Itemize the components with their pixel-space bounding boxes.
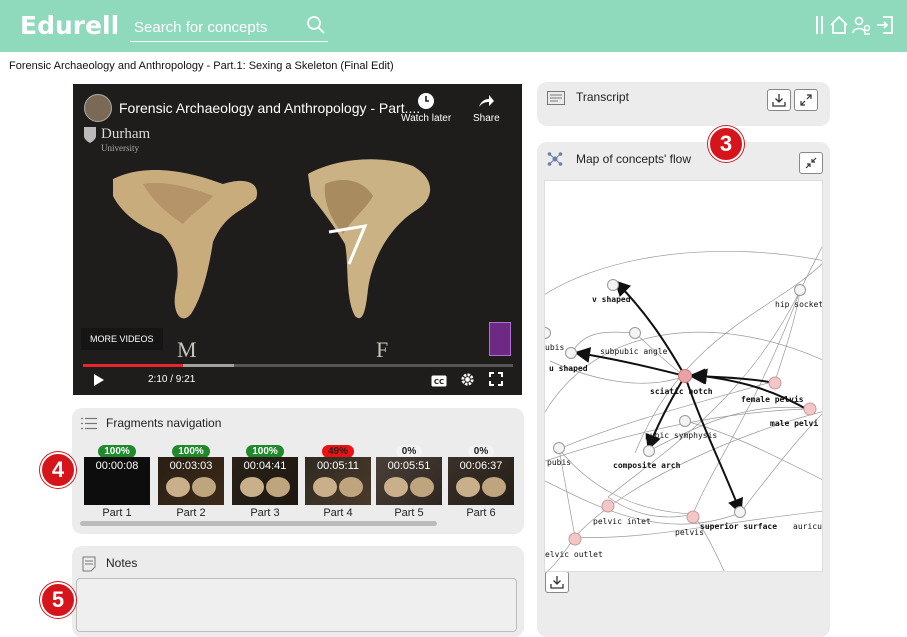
bone-label-left: M (177, 337, 197, 362)
share-label: Share (473, 113, 500, 124)
bone-label-right: F (376, 337, 389, 362)
app-logo[interactable]: Edurell (20, 11, 119, 40)
transcript-panel: Transcript (537, 82, 830, 126)
logout-icon[interactable] (875, 14, 895, 41)
fragment-part-label: Part 2 (176, 507, 206, 519)
concept-node[interactable]: hip socket (775, 300, 822, 309)
concept-map-download-button[interactable] (545, 571, 569, 593)
network-icon (547, 151, 563, 172)
concept-node[interactable]: pubis (547, 458, 571, 467)
settings-icon[interactable] (460, 372, 475, 392)
concept-node[interactable]: elvic outlet (545, 550, 603, 559)
notes-textarea[interactable] (76, 578, 517, 632)
fragment-part-label: Part 5 (394, 507, 424, 519)
fragment-part-label: Part 6 (466, 507, 496, 519)
more-videos-button[interactable]: MORE VIDEOS (81, 328, 163, 350)
callout-badge: 3 (708, 126, 744, 162)
fragment-thumbnail[interactable]: 00:05:51 (376, 457, 442, 505)
progress-fill (83, 364, 183, 367)
collapse-icon (805, 157, 817, 169)
expand-icon (800, 94, 812, 106)
buffer-bar (183, 364, 234, 367)
transcript-download-button[interactable] (767, 89, 791, 111)
separator-bars-icon (814, 14, 826, 41)
concept-map-edges (545, 246, 822, 571)
transcript-expand-button[interactable] (794, 89, 818, 111)
users-icon[interactable] (852, 14, 872, 41)
captions-icon[interactable]: CC (431, 374, 447, 392)
university-name: Durham (101, 126, 151, 142)
concept-node[interactable]: sciatic notch (650, 387, 713, 396)
watch-later-button[interactable]: Watch later (401, 92, 451, 124)
callout-badge: 5 (40, 582, 76, 618)
fullscreen-icon[interactable] (489, 372, 503, 391)
video-progress-bar[interactable] (83, 364, 513, 367)
crest-icon (84, 127, 96, 143)
search-input[interactable]: Search for concepts (134, 19, 267, 36)
fragments-scrollbar[interactable] (80, 521, 437, 526)
download-icon (550, 576, 564, 589)
concept-node[interactable]: pubic symphysis (645, 431, 717, 440)
clock-icon (418, 93, 435, 109)
home-icon[interactable] (829, 14, 849, 41)
fragment-thumbnail[interactable]: 00:04:41 (232, 457, 298, 505)
university-logo: Durham University (83, 126, 150, 153)
concept-node[interactable]: ubis (545, 343, 564, 352)
download-icon (772, 94, 786, 107)
video-time: 2:10 / 9:21 (148, 374, 196, 385)
notes-label: Notes (106, 556, 138, 570)
callout-badge: 4 (40, 452, 76, 488)
fragment-timestamp: 00:04:41 (243, 460, 287, 472)
book-cover-image (489, 322, 511, 356)
fragment-part-label: Part 1 (102, 507, 132, 519)
fragment-timestamp: 00:06:37 (459, 460, 503, 472)
video-player[interactable]: Forensic Archaeology and Anthropology - … (73, 84, 522, 395)
fragment-part-label: Part 4 (323, 507, 353, 519)
fragment-timestamp: 00:05:51 (387, 460, 431, 472)
channel-avatar[interactable] (84, 94, 112, 122)
transcript-label: Transcript (576, 90, 629, 104)
share-button[interactable]: Share (473, 92, 500, 124)
page-title: Forensic Archaeology and Anthropology - … (9, 60, 394, 72)
fragment-timestamp: 00:05:11 (316, 460, 359, 472)
fragment-timestamp: 00:03:03 (169, 460, 213, 472)
concept-node[interactable]: composite arch (613, 461, 680, 470)
concept-node[interactable]: pelvic inlet (593, 517, 651, 526)
concept-node[interactable]: v shaped (592, 295, 631, 304)
fragment-thumbnail[interactable]: 00:00:08 (84, 457, 150, 505)
concept-node[interactable]: female pelvis (741, 395, 804, 404)
concept-node[interactable]: u shaped (549, 364, 588, 373)
transcript-icon (547, 91, 565, 110)
fragment-thumbnail[interactable]: 00:03:03 (158, 457, 224, 505)
concept-node[interactable]: superior surface (700, 522, 777, 531)
concept-map-label: Map of concepts' flow (576, 152, 692, 166)
fragment-thumbnail[interactable]: 00:05:11 (305, 457, 371, 505)
fragments-label: Fragments navigation (106, 416, 222, 430)
fragment-thumbnail[interactable]: 00:06:37 (448, 457, 514, 505)
list-icon (81, 417, 97, 435)
search-box[interactable]: Search for concepts (130, 14, 328, 42)
top-bar: Edurell Search for concepts (0, 0, 907, 52)
university-subtitle: University (101, 143, 139, 153)
play-icon[interactable] (93, 373, 105, 392)
notes-icon (82, 556, 96, 577)
fragment-timestamp: 00:00:08 (95, 460, 139, 472)
concept-node[interactable]: auricu (793, 522, 822, 531)
concept-map-graph[interactable]: v shaped hip socket ubis subpubic angle … (544, 180, 823, 572)
svg-text:CC: CC (434, 378, 444, 386)
concept-node[interactable]: male pelvi (770, 419, 818, 428)
share-icon (479, 95, 495, 107)
search-icon[interactable] (306, 15, 326, 42)
fragment-part-label: Part 3 (250, 507, 280, 519)
concept-node[interactable]: subpubic angle (600, 347, 667, 356)
video-title[interactable]: Forensic Archaeology and Anthropology - … (119, 100, 420, 116)
concept-map-collapse-button[interactable] (799, 152, 823, 174)
watch-later-label: Watch later (401, 113, 452, 124)
